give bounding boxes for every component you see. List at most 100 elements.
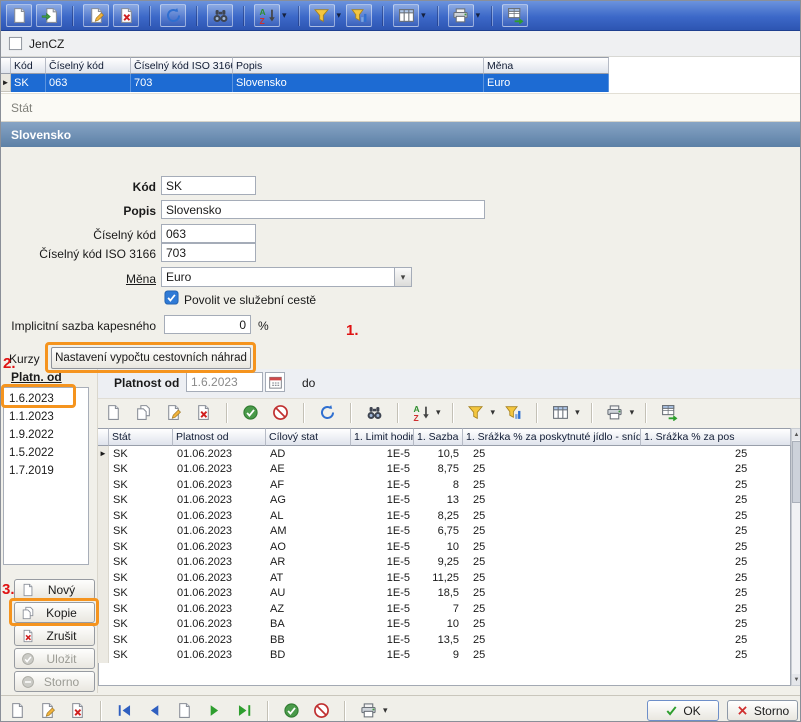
rates-table-row[interactable]: SK01.06.2023AR1E-59,252525 [98, 555, 791, 571]
scroll-thumb[interactable] [792, 441, 801, 503]
open-country-icon[interactable] [36, 4, 62, 27]
cancel-icon[interactable] [267, 401, 293, 424]
columns-dropdown-icon[interactable]: ▾ [575, 407, 580, 418]
rates-table-row[interactable]: SK01.06.2023BD1E-592525 [98, 648, 791, 664]
print-icon[interactable] [448, 4, 474, 27]
countries-cell[interactable]: 063 [46, 74, 131, 92]
rate-date-item[interactable]: 1.6.2023 [4, 390, 88, 408]
rate-date-item[interactable]: 1.1.2023 [4, 408, 88, 426]
rates-table-row[interactable]: SK01.06.2023AL1E-58,252525 [98, 508, 791, 524]
scroll-up-button[interactable]: ▲ [792, 429, 801, 440]
povolit-checkbox[interactable] [164, 290, 179, 305]
filter-advanced-icon[interactable] [346, 4, 372, 27]
rates-table-row[interactable]: SK01.06.2023AE1E-58,752525 [98, 462, 791, 478]
countries-column-header[interactable]: Měna [484, 57, 609, 74]
calendar-button[interactable] [265, 372, 285, 392]
countries-cell[interactable]: Slovensko [233, 74, 484, 92]
refresh-icon[interactable] [314, 401, 340, 424]
countries-column-header[interactable]: Číselný kód ISO 3166 [131, 57, 233, 74]
platnost-od-input[interactable]: 1.6.2023 [186, 372, 263, 392]
export-icon[interactable] [656, 401, 682, 424]
record-document-icon[interactable] [171, 699, 197, 722]
edit-country-icon[interactable] [83, 4, 109, 27]
previous-record-icon[interactable] [141, 699, 167, 722]
countries-cell[interactable]: SK [11, 74, 46, 92]
countries-column-header[interactable]: Číselný kód [46, 57, 131, 74]
delete-rate-button[interactable]: Zrušit [14, 625, 95, 646]
mena-select[interactable]: Euro ▾ [161, 267, 412, 287]
columns-icon[interactable] [547, 401, 573, 424]
print-icon[interactable] [355, 699, 381, 722]
new-country-icon[interactable] [6, 4, 32, 27]
confirm-icon[interactable] [278, 699, 304, 722]
kapesne-input[interactable]: 0 [164, 315, 251, 334]
last-record-icon[interactable] [231, 699, 257, 722]
sort-az-icon[interactable]: AZ [408, 401, 434, 424]
search-icon[interactable] [361, 401, 387, 424]
countries-cell[interactable]: 703 [131, 74, 233, 92]
new-rate-button[interactable]: Nový [14, 579, 95, 600]
rates-column-header[interactable]: Cílový stat [266, 428, 351, 446]
mena-dropdown-button[interactable]: ▾ [394, 268, 411, 286]
copy-rate-button[interactable]: Kopie [14, 602, 95, 623]
cancel-icon[interactable] [308, 699, 334, 722]
search-icon[interactable] [207, 4, 233, 27]
first-record-icon[interactable] [111, 699, 137, 722]
rates-table-row[interactable]: SK01.06.2023AF1E-582525 [98, 477, 791, 493]
iso-kod-input[interactable]: 703 [161, 243, 256, 262]
sort-az-dropdown-icon[interactable]: ▾ [282, 10, 287, 21]
rates-column-header[interactable]: 1. Srážka % za pos [641, 428, 791, 446]
rates-column-header[interactable]: 1. Limit hodin [351, 428, 414, 446]
record-new-icon[interactable] [4, 699, 30, 722]
new-rate-row-icon[interactable] [100, 401, 126, 424]
record-delete-icon[interactable] [64, 699, 90, 722]
rate-date-item[interactable]: 1.5.2022 [4, 444, 88, 462]
edit-rate-row-icon[interactable] [160, 401, 186, 424]
rates-table-row[interactable]: SK01.06.2023AG1E-5132525 [98, 493, 791, 509]
rates-table-row[interactable]: SK01.06.2023AM1E-56,752525 [98, 524, 791, 540]
rates-column-header[interactable]: Platnost od [173, 428, 266, 446]
filter-icon[interactable] [309, 4, 335, 27]
countries-cell[interactable]: Euro [484, 74, 609, 92]
rates-table-row[interactable]: SK01.06.2023AZ1E-572525 [98, 601, 791, 617]
columns-icon[interactable] [393, 4, 419, 27]
copy-rate-row-icon[interactable] [130, 401, 156, 424]
rates-table-row[interactable]: SK01.06.2023AU1E-518,52525 [98, 586, 791, 602]
rates-table-row[interactable]: SK01.06.2023BA1E-5102525 [98, 617, 791, 633]
rates-table-row[interactable]: ►SK01.06.2023AD1E-510,52525 [98, 446, 791, 462]
vertical-scrollbar[interactable]: ▲ ▼ [791, 428, 801, 686]
sort-az-icon[interactable]: AZ [254, 4, 280, 27]
filter-advanced-icon[interactable] [500, 401, 526, 424]
next-record-icon[interactable] [201, 699, 227, 722]
sort-az-dropdown-icon[interactable]: ▾ [436, 407, 441, 418]
record-edit-icon[interactable] [34, 699, 60, 722]
delete-rate-row-icon[interactable] [190, 401, 216, 424]
group-bar[interactable]: Stát [1, 93, 801, 122]
ciselny-kod-input[interactable]: 063 [161, 224, 256, 243]
export-icon[interactable] [502, 4, 528, 27]
filter-icon[interactable] [463, 401, 489, 424]
countries-column-header[interactable]: Kód [11, 57, 46, 74]
rate-date-item[interactable]: 1.7.2019 [4, 462, 88, 480]
kod-input[interactable]: SK [161, 176, 256, 195]
print-icon[interactable] [602, 401, 628, 424]
mena-link-label[interactable]: Měna [6, 272, 156, 286]
storno-button[interactable]: Storno [727, 700, 798, 721]
confirm-icon[interactable] [237, 401, 263, 424]
print-dropdown-icon[interactable]: ▾ [383, 705, 388, 716]
rates-column-header[interactable]: Stát [109, 428, 173, 446]
platnod-column-header[interactable]: Platn. od [11, 370, 62, 384]
travel-settings-button[interactable]: Nastavení vypočtu cestovních náhrad [51, 347, 251, 369]
scroll-down-button[interactable]: ▼ [792, 674, 801, 685]
refresh-icon[interactable] [160, 4, 186, 27]
filter-dropdown-icon[interactable]: ▾ [337, 10, 342, 21]
ok-button[interactable]: OK [647, 700, 719, 721]
popis-input[interactable]: Slovensko [161, 200, 485, 219]
rates-column-header[interactable]: 1. Sazba [414, 428, 463, 446]
rates-table-row[interactable]: SK01.06.2023AT1E-511,252525 [98, 570, 791, 586]
rates-column-header[interactable]: 1. Srážka % za poskytnuté jídlo - snídan… [463, 428, 641, 446]
rates-table-row[interactable]: SK01.06.2023BB1E-513,52525 [98, 632, 791, 648]
delete-country-icon[interactable] [113, 4, 139, 27]
countries-grid-selected-row[interactable]: ►SK063703SlovenskoEuro [1, 74, 609, 92]
print-dropdown-icon[interactable]: ▾ [630, 407, 635, 418]
